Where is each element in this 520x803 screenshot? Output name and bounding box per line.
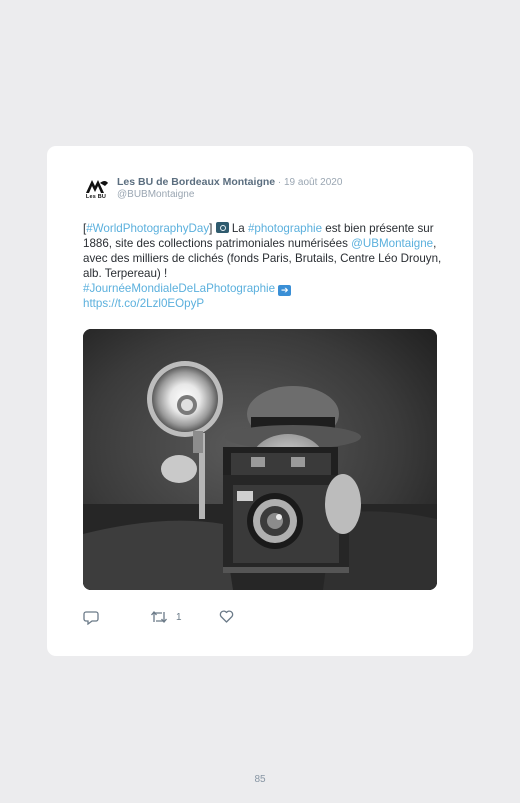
tweet-header: Les BU Les BU de Bordeaux Montaigne · 19… [83,176,342,203]
reply-icon [83,610,99,625]
like-button[interactable] [219,610,234,623]
page-number: 85 [254,774,266,785]
close-bracket: ] [209,222,213,235]
avatar-label: Les BU [85,194,107,200]
heart-icon [219,610,234,623]
retweet-icon [150,610,168,624]
tweet-photo[interactable] [83,329,437,590]
tweet-text: [#WorldPhotographyDay] La #photographie … [83,221,443,311]
author-handle[interactable]: @BUBMontaigne [117,188,342,201]
retweet-count: 1 [176,611,182,623]
camera-emoji-icon [215,222,229,233]
tweet-actions: 1 [83,610,283,630]
tweet-link[interactable]: https://t.co/2Lzl0EOpyP [83,297,204,310]
reply-button[interactable] [83,610,99,625]
hashtag-world-photography-day[interactable]: #WorldPhotographyDay [86,222,209,235]
tweet-card: Les BU Les BU de Bordeaux Montaigne · 19… [47,146,473,656]
author-name[interactable]: Les BU de Bordeaux Montaigne [117,176,275,188]
mention-ubmontaigne[interactable]: @UBMontaigne [351,237,433,250]
hashtag-journee-mondiale[interactable]: #JournéeMondialeDeLaPhotographie [83,282,275,295]
right-arrow-emoji-icon: ➔ [278,285,292,296]
author-block: Les BU de Bordeaux Montaigne · 19 août 2… [117,176,342,201]
hashtag-photographie[interactable]: #photographie [248,222,322,235]
text-la: La [228,222,248,235]
tweet-date[interactable]: · 19 août 2020 [275,177,343,188]
retweet-button[interactable]: 1 [150,610,182,624]
bu-logo-icon[interactable]: Les BU [83,177,109,203]
